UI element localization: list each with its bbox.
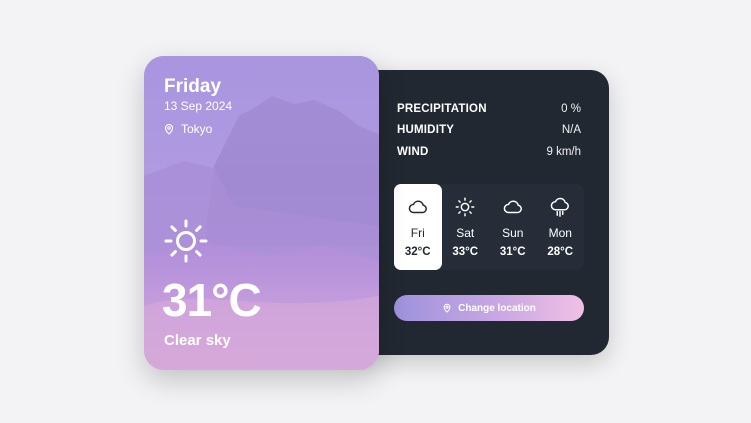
stat-label: HUMIDITY bbox=[397, 124, 455, 137]
forecast-day-mon[interactable]: Mon 28°C bbox=[537, 184, 585, 270]
current-day: Friday bbox=[164, 76, 222, 97]
stat-value: 0 % bbox=[561, 102, 581, 115]
weather-widget: PRECIPITATION 0 % HUMIDITY N/A WIND 9 km… bbox=[0, 0, 751, 423]
stat-row-humidity: HUMIDITY N/A bbox=[397, 120, 581, 142]
current-location: Tokyo bbox=[164, 122, 212, 136]
location-label: Tokyo bbox=[181, 122, 213, 136]
stat-row-wind: WIND 9 km/h bbox=[397, 141, 581, 163]
stat-label: WIND bbox=[397, 145, 429, 158]
forecast-day-temp: 33°C bbox=[452, 246, 479, 258]
cloud-icon bbox=[407, 196, 429, 218]
stat-value: N/A bbox=[561, 124, 581, 137]
sun-icon bbox=[164, 219, 208, 263]
forecast-list: Fri 32°C Sat 33°C Sun 31°C Mon 28°C bbox=[394, 184, 584, 270]
forecast-day-sun[interactable]: Sun 31°C bbox=[489, 184, 537, 270]
forecast-day-sat[interactable]: Sat 33°C bbox=[442, 184, 490, 270]
cloud-rain-icon bbox=[549, 196, 571, 218]
forecast-day-name: Sat bbox=[456, 226, 475, 240]
current-date: 13 Sep 2024 bbox=[164, 99, 233, 113]
change-location-button[interactable]: Change location bbox=[394, 295, 584, 321]
stat-row-precipitation: PRECIPITATION 0 % bbox=[397, 98, 581, 120]
sun-icon bbox=[454, 196, 476, 218]
stat-label: PRECIPITATION bbox=[397, 102, 487, 115]
current-weather-card: Friday 13 Sep 2024 Tokyo 31°C Clear sky bbox=[144, 56, 379, 370]
location-pin-icon bbox=[442, 303, 452, 313]
forecast-day-name: Fri bbox=[410, 226, 425, 240]
forecast-day-name: Sun bbox=[502, 226, 524, 240]
forecast-day-temp: 32°C bbox=[404, 246, 431, 258]
cloud-icon bbox=[502, 196, 524, 218]
forecast-day-temp: 28°C bbox=[547, 246, 574, 258]
stat-value: 9 km/h bbox=[546, 145, 581, 158]
current-temperature: 31°C bbox=[162, 274, 262, 326]
current-condition: Clear sky bbox=[164, 332, 231, 349]
forecast-day-temp: 31°C bbox=[499, 246, 526, 258]
change-location-label: Change location bbox=[458, 302, 536, 314]
forecast-day-name: Mon bbox=[548, 226, 572, 240]
forecast-day-fri[interactable]: Fri 32°C bbox=[394, 184, 442, 270]
weather-stats: PRECIPITATION 0 % HUMIDITY N/A WIND 9 km… bbox=[397, 98, 581, 163]
details-panel: PRECIPITATION 0 % HUMIDITY N/A WIND 9 km… bbox=[352, 70, 609, 355]
location-pin-icon bbox=[164, 123, 174, 135]
